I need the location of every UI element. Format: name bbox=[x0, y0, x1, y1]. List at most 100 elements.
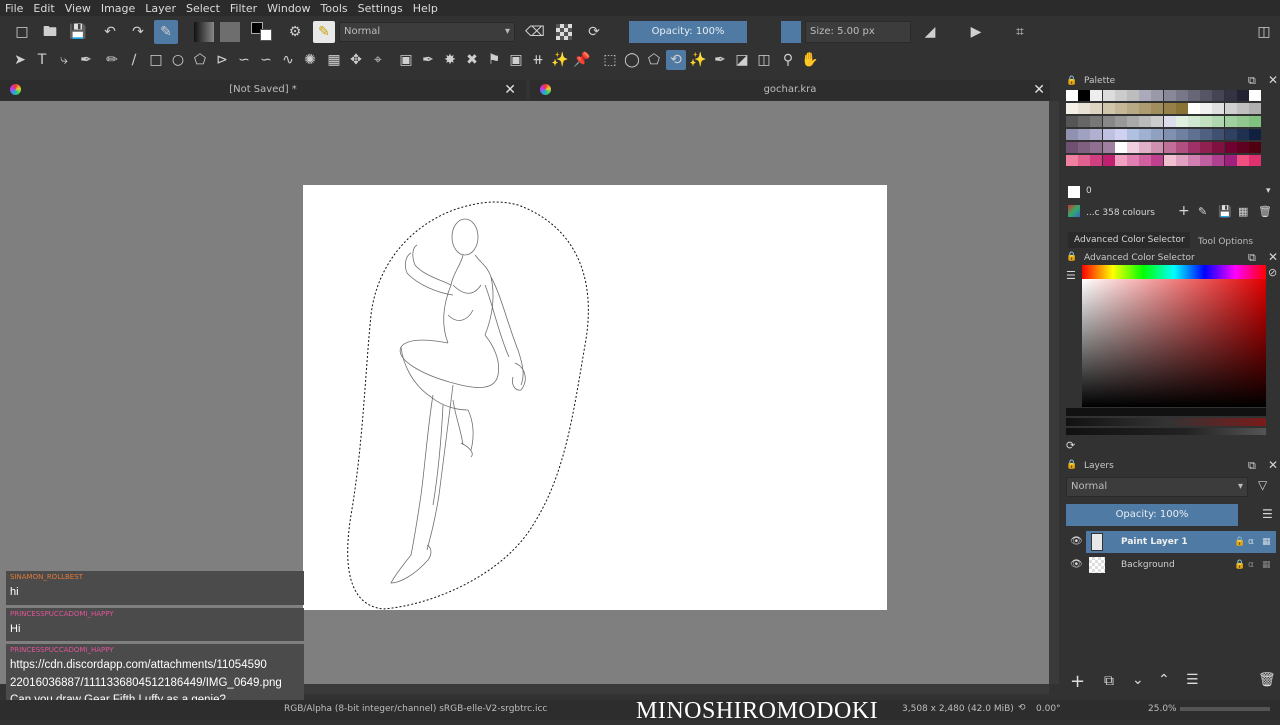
save-icon[interactable]: 💾 bbox=[68, 22, 88, 42]
palette-swatch[interactable] bbox=[1200, 155, 1213, 166]
palette-swatch[interactable] bbox=[1102, 142, 1115, 153]
palette-swatch[interactable] bbox=[1090, 129, 1103, 140]
filter-icon[interactable]: ▽ bbox=[1258, 478, 1267, 492]
palette-swatch[interactable] bbox=[1102, 103, 1115, 114]
palette-swatch[interactable] bbox=[1102, 155, 1115, 166]
dynamic-brush-icon[interactable]: ∿ bbox=[278, 50, 298, 70]
contiguous-select-icon[interactable]: ✨ bbox=[688, 50, 708, 70]
palette-swatch[interactable] bbox=[1163, 155, 1176, 166]
add-layer-icon[interactable]: + bbox=[1070, 671, 1085, 692]
palette-swatch[interactable] bbox=[1066, 103, 1078, 114]
palette-swatch[interactable] bbox=[1163, 142, 1176, 153]
no-color-icon[interactable]: ⊘ bbox=[1268, 266, 1277, 279]
palette-swatch[interactable] bbox=[1090, 155, 1103, 166]
palette-swatch[interactable] bbox=[1163, 129, 1176, 140]
menu-layer[interactable]: Layer bbox=[140, 2, 181, 15]
canvas-paper[interactable] bbox=[303, 185, 887, 610]
float-icon[interactable]: ⧉ bbox=[1248, 74, 1256, 88]
eraser-icon[interactable]: ⌫ bbox=[525, 22, 545, 42]
brush-preset-icon[interactable]: ✎ bbox=[154, 20, 178, 44]
shade-bar-2[interactable] bbox=[1066, 418, 1266, 426]
measure-tool-icon[interactable]: ✨ bbox=[550, 50, 570, 70]
palette-swatch[interactable] bbox=[1090, 103, 1103, 114]
enclose-fill-icon[interactable]: ▣ bbox=[506, 50, 526, 70]
palette-swatch[interactable] bbox=[1139, 155, 1152, 166]
background-color-swatch[interactable] bbox=[260, 29, 272, 41]
menu-help[interactable]: Help bbox=[408, 2, 443, 15]
bezier-select-icon[interactable]: ◪ bbox=[732, 50, 752, 70]
polygon-select-icon[interactable]: ⬠ bbox=[644, 50, 664, 70]
grid-icon[interactable]: ▦ bbox=[1238, 205, 1248, 218]
undo-icon[interactable]: ↶ bbox=[100, 22, 120, 42]
palette-swatch[interactable] bbox=[1078, 90, 1091, 101]
palette-swatch[interactable] bbox=[1212, 142, 1225, 153]
shade-bar-1[interactable] bbox=[1066, 408, 1266, 416]
gradient-icon[interactable] bbox=[194, 22, 214, 42]
smart-patch-icon[interactable]: ✖ bbox=[462, 50, 482, 70]
menu-settings[interactable]: Settings bbox=[353, 2, 408, 15]
palette-swatch[interactable] bbox=[1236, 90, 1249, 101]
multibrush-icon[interactable]: ✺ bbox=[300, 50, 320, 70]
palette-swatch[interactable] bbox=[1188, 90, 1200, 101]
edit-shapes-icon[interactable]: ⤷ bbox=[54, 50, 74, 70]
zoom-slider[interactable] bbox=[1180, 707, 1270, 711]
palette-swatch[interactable] bbox=[1236, 116, 1249, 127]
magnetic-select-icon[interactable]: ◫ bbox=[754, 50, 774, 70]
palette-swatch[interactable] bbox=[1127, 129, 1139, 140]
freehand-brush-icon[interactable]: ✏ bbox=[102, 50, 122, 70]
palette-swatch[interactable] bbox=[1163, 116, 1176, 127]
lock-icon[interactable]: 🔒 bbox=[1066, 252, 1077, 262]
hue-slider[interactable] bbox=[1082, 265, 1266, 279]
palette-swatch[interactable] bbox=[1212, 116, 1225, 127]
palette-swatch[interactable] bbox=[1175, 103, 1188, 114]
alpha-icon[interactable]: α bbox=[1248, 531, 1254, 553]
freehand-path-icon[interactable]: ∽ bbox=[256, 50, 276, 70]
palette-swatch[interactable] bbox=[1090, 116, 1103, 127]
palette-swatch[interactable] bbox=[1175, 116, 1188, 127]
palette-swatch[interactable] bbox=[1151, 129, 1164, 140]
move-tool-icon[interactable]: ✥ bbox=[346, 50, 366, 70]
menu-icon[interactable]: ☰ bbox=[1262, 507, 1273, 521]
horizontal-scrollbar[interactable] bbox=[300, 684, 1049, 694]
colorize-mask-icon[interactable]: ✸ bbox=[440, 50, 460, 70]
palette-swatch[interactable] bbox=[1224, 155, 1237, 166]
palette-swatch[interactable] bbox=[1151, 90, 1164, 101]
palette-swatch[interactable] bbox=[1200, 103, 1213, 114]
palette-swatch[interactable] bbox=[1151, 155, 1164, 166]
palette-swatch[interactable] bbox=[1114, 103, 1127, 114]
mirror-vertical-icon[interactable]: ▶ bbox=[966, 22, 986, 42]
vertical-scrollbar[interactable] bbox=[1049, 101, 1059, 684]
redo-icon[interactable]: ↷ bbox=[128, 22, 148, 42]
palette-swatch[interactable] bbox=[1114, 142, 1127, 153]
float-icon[interactable]: ⧉ bbox=[1248, 251, 1256, 265]
palette-grid[interactable] bbox=[1066, 90, 1262, 182]
pattern-icon[interactable] bbox=[220, 22, 240, 42]
inherit-alpha-icon[interactable]: ▦ bbox=[1262, 554, 1271, 576]
palette-swatch[interactable] bbox=[1090, 142, 1103, 153]
palette-swatch[interactable] bbox=[1163, 103, 1176, 114]
move-down-icon[interactable]: ⌄ bbox=[1132, 672, 1144, 688]
float-icon[interactable]: ⧉ bbox=[1248, 459, 1256, 473]
calligraphy-icon[interactable]: ✒ bbox=[76, 50, 96, 70]
select-shape-icon[interactable]: ➤ bbox=[10, 50, 30, 70]
palette-swatch[interactable] bbox=[1175, 90, 1188, 101]
palette-swatch[interactable] bbox=[1114, 129, 1127, 140]
palette-swatch[interactable] bbox=[1102, 116, 1115, 127]
palette-swatch[interactable] bbox=[1139, 129, 1152, 140]
palette-swatch[interactable] bbox=[1188, 129, 1200, 140]
palette-swatch[interactable] bbox=[1249, 129, 1261, 140]
pan-tool-icon[interactable]: ✋ bbox=[800, 50, 820, 70]
palette-swatch[interactable] bbox=[1139, 116, 1152, 127]
assistant-tool-icon[interactable]: ⧺ bbox=[528, 50, 548, 70]
palette-swatch[interactable] bbox=[1127, 116, 1139, 127]
layer-blend-mode-select[interactable]: Normal ▾ bbox=[1066, 477, 1248, 497]
palette-swatch[interactable] bbox=[1212, 155, 1225, 166]
rotate-icon[interactable]: ⟲ bbox=[1018, 703, 1026, 713]
move-up-icon[interactable]: ⌃ bbox=[1158, 672, 1170, 688]
eye-icon[interactable]: 👁 bbox=[1070, 531, 1083, 553]
rectangle-tool-icon[interactable]: □ bbox=[146, 50, 166, 70]
palette-swatch[interactable] bbox=[1139, 103, 1152, 114]
palette-swatch[interactable] bbox=[1066, 129, 1078, 140]
chevron-down-icon[interactable]: ▾ bbox=[1266, 186, 1271, 196]
layer-opacity-slider[interactable]: Opacity: 100% bbox=[1066, 504, 1238, 526]
